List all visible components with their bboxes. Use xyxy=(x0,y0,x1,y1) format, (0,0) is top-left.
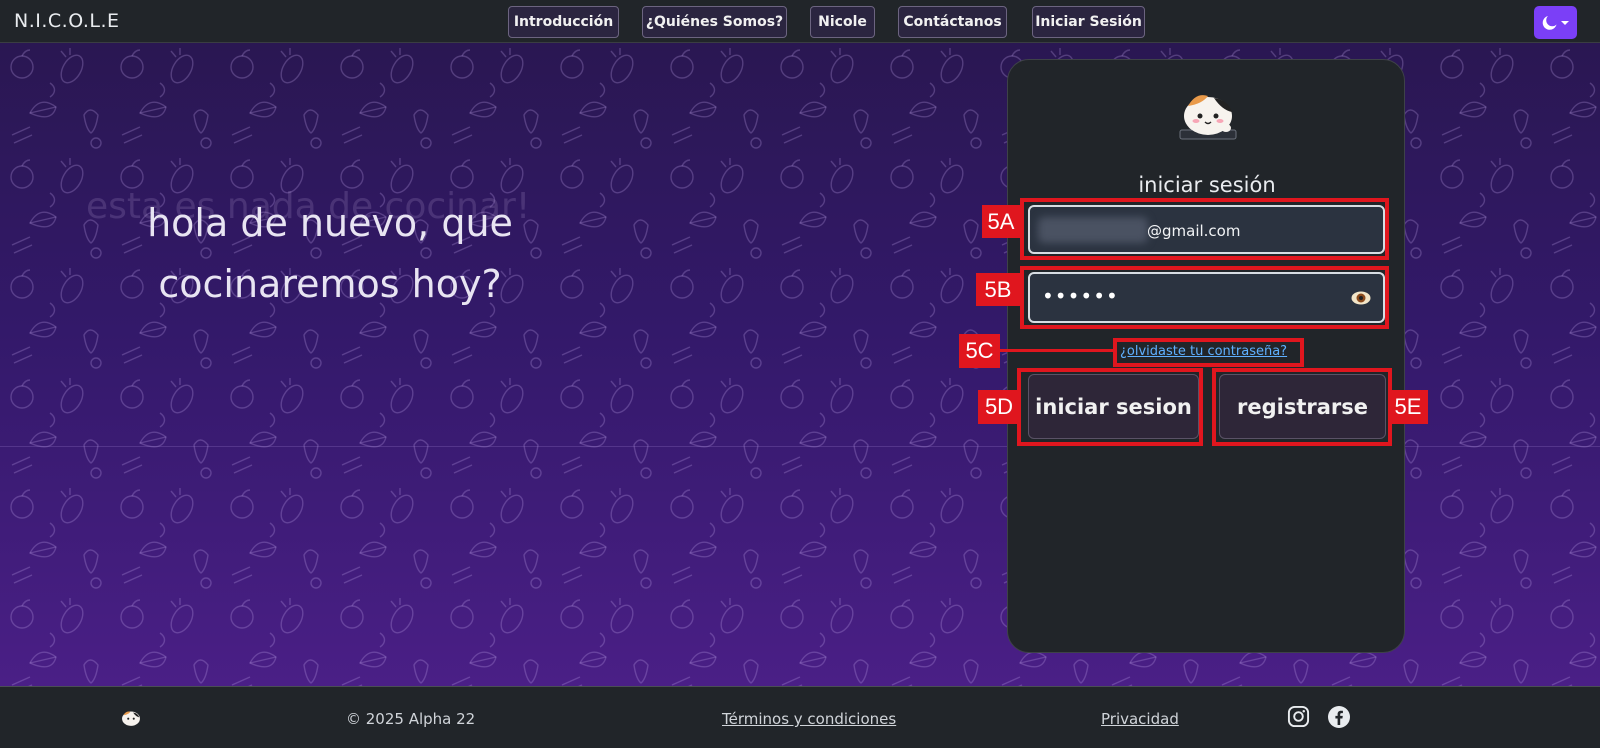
eye-icon[interactable] xyxy=(1351,291,1371,305)
annotation-tag-5c: 5C xyxy=(959,334,1000,368)
annotation-tag-5b: 5B xyxy=(976,273,1020,306)
annotation-leader-5c xyxy=(999,349,1115,352)
email-value: @gmail.com xyxy=(1147,222,1241,240)
brand-logo[interactable]: N.I.C.O.L.E xyxy=(14,10,120,32)
footer: © 2025 Alpha 22 Términos y condiciones P… xyxy=(0,686,1600,748)
hamster-mascot-icon xyxy=(1179,95,1237,140)
login-title: iniciar sesión xyxy=(1138,173,1276,197)
nav-nicole[interactable]: Nicole xyxy=(810,6,875,38)
nav-introduccion[interactable]: Introducción xyxy=(508,6,619,38)
email-field[interactable]: @gmail.com xyxy=(1028,205,1385,254)
annotation-tag-5d: 5D xyxy=(978,390,1020,424)
chevron-down-icon xyxy=(1561,20,1569,25)
password-value: •••••• xyxy=(1042,284,1119,308)
hamster-footer-icon[interactable] xyxy=(120,708,142,728)
register-button[interactable]: registrarse xyxy=(1219,374,1386,439)
facebook-icon[interactable] xyxy=(1327,705,1351,729)
nav-quienes-somos[interactable]: ¿Quiénes Somos? xyxy=(642,6,787,38)
navbar: N.I.C.O.L.E Introducción ¿Quiénes Somos?… xyxy=(0,0,1600,43)
email-redacted xyxy=(1038,217,1148,243)
footer-terms-link[interactable]: Términos y condiciones xyxy=(722,710,896,728)
footer-copyright: © 2025 Alpha 22 xyxy=(346,710,476,728)
moon-icon xyxy=(1542,15,1557,30)
nav-contactanos[interactable]: Contáctanos xyxy=(898,6,1007,38)
password-field[interactable]: •••••• xyxy=(1028,272,1385,323)
login-button[interactable]: iniciar sesion xyxy=(1028,374,1199,439)
footer-privacy-link[interactable]: Privacidad xyxy=(1101,710,1179,728)
annotation-tag-5e: 5E xyxy=(1388,390,1428,424)
nav-iniciar-sesion[interactable]: Iniciar Sesión xyxy=(1032,6,1145,38)
theme-toggle-button[interactable] xyxy=(1534,6,1577,39)
forgot-password-link[interactable]: ¿olvidaste tu contraseña? xyxy=(1120,344,1287,359)
annotation-tag-5a: 5A xyxy=(982,205,1020,238)
instagram-icon[interactable] xyxy=(1287,705,1310,728)
hero-headline: hola de nuevo, que cocinaremos hoy? xyxy=(147,201,513,306)
